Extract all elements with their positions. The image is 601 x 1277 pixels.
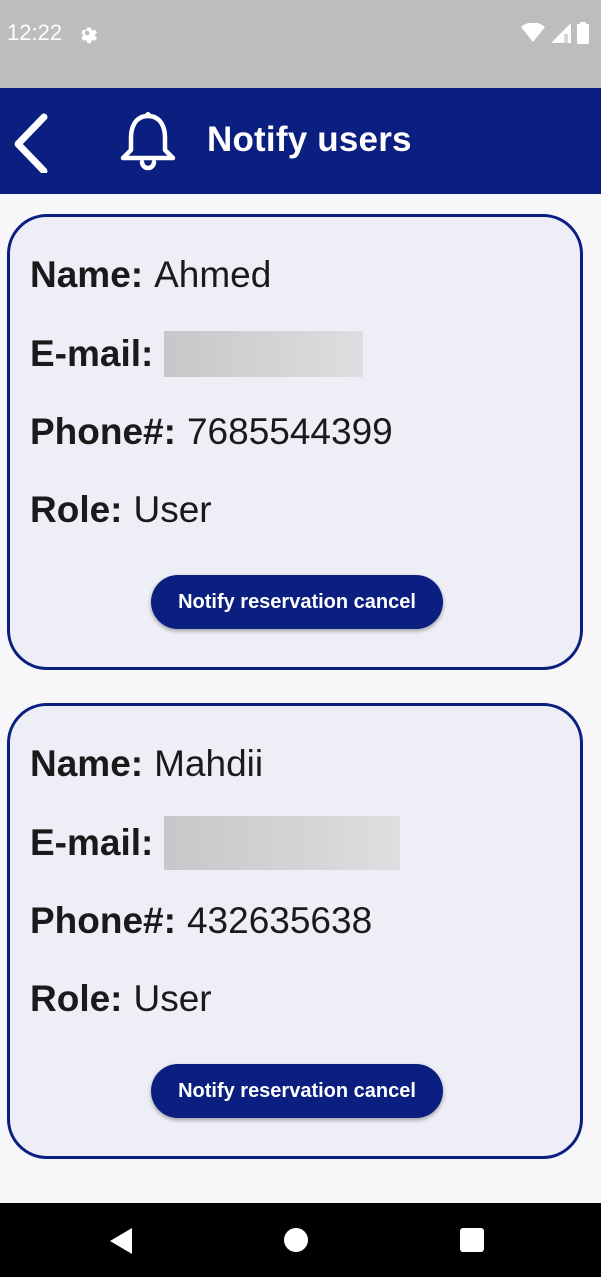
battery-icon <box>577 22 589 49</box>
email-row: E-mail: <box>30 331 364 377</box>
bell-icon <box>118 110 178 177</box>
name-value: Ahmed <box>154 254 272 295</box>
email-label: E-mail: <box>30 333 154 374</box>
role-row: Role: User <box>30 487 212 533</box>
phone-value: 432635638 <box>186 900 373 941</box>
nav-back-icon[interactable] <box>108 1228 132 1259</box>
app-bar: Notify users <box>0 88 601 194</box>
user-card: Name: Ahmed E-mail: Phone#: 7685544399 R… <box>7 214 583 670</box>
phone-label: Phone#: <box>30 900 176 941</box>
status-bar: 12:22 <box>0 0 601 88</box>
nav-home-icon[interactable] <box>284 1228 308 1252</box>
email-row: E-mail: <box>30 816 401 870</box>
chevron-left-icon <box>14 113 48 175</box>
phone-label: Phone#: <box>30 411 176 452</box>
wifi-icon <box>521 22 545 48</box>
email-redacted <box>164 331 364 377</box>
back-button[interactable] <box>8 113 58 175</box>
email-label: E-mail: <box>30 822 154 863</box>
signal-icon <box>551 23 571 48</box>
notify-reservation-cancel-button[interactable]: Notify reservation cancel <box>151 1064 443 1118</box>
user-list: Name: Ahmed E-mail: Phone#: 7685544399 R… <box>0 194 601 1203</box>
notify-reservation-cancel-button[interactable]: Notify reservation cancel <box>151 575 443 629</box>
phone-row: Phone#: 432635638 <box>30 898 372 944</box>
status-icons <box>521 22 589 49</box>
phone-value: 7685544399 <box>186 411 393 452</box>
name-row: Name: Ahmed <box>30 252 271 298</box>
role-row: Role: User <box>30 976 212 1022</box>
role-label: Role: <box>30 489 123 530</box>
role-value: User <box>133 978 212 1019</box>
role-label: Role: <box>30 978 123 1019</box>
email-redacted <box>164 816 401 870</box>
name-row: Name: Mahdii <box>30 741 263 787</box>
name-value: Mahdii <box>154 743 264 784</box>
phone-row: Phone#: 7685544399 <box>30 409 393 455</box>
system-nav-bar <box>0 1203 601 1277</box>
user-card: Name: Mahdii E-mail: Phone#: 432635638 R… <box>7 703 583 1159</box>
settings-icon <box>76 22 98 49</box>
nav-recents-icon[interactable] <box>460 1228 484 1252</box>
name-label: Name: <box>30 254 144 295</box>
page-title: Notify users <box>207 120 412 159</box>
status-time: 12:22 <box>7 20 63 45</box>
role-value: User <box>133 489 212 530</box>
name-label: Name: <box>30 743 144 784</box>
